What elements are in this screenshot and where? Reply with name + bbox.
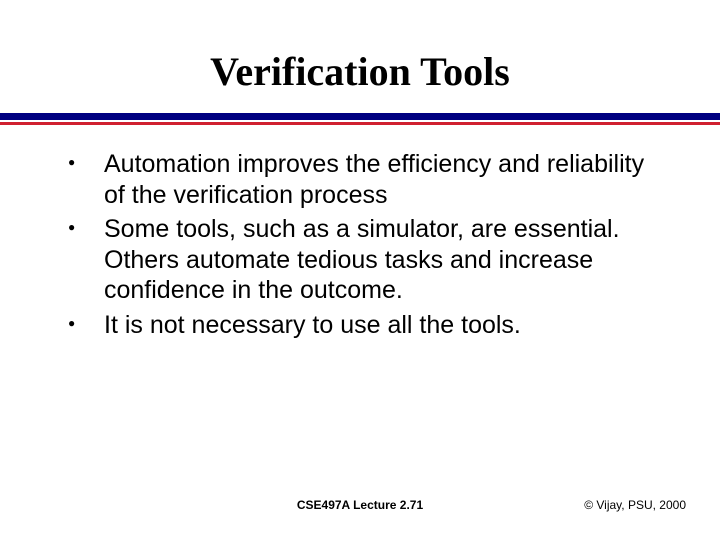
title-divider: [0, 113, 720, 125]
list-item: It is not necessary to use all the tools…: [68, 310, 668, 341]
slide-container: Verification Tools Automation improves t…: [0, 0, 720, 540]
slide-content: Automation improves the efficiency and r…: [0, 125, 720, 340]
footer-center-text: CSE497A Lecture 2.71: [297, 498, 423, 512]
footer-copyright: © Vijay, PSU, 2000: [584, 498, 686, 512]
bullet-list: Automation improves the efficiency and r…: [68, 149, 668, 340]
list-item: Automation improves the efficiency and r…: [68, 149, 668, 210]
list-item: Some tools, such as a simulator, are ess…: [68, 214, 668, 306]
divider-navy: [0, 113, 720, 120]
slide-title: Verification Tools: [0, 0, 720, 113]
